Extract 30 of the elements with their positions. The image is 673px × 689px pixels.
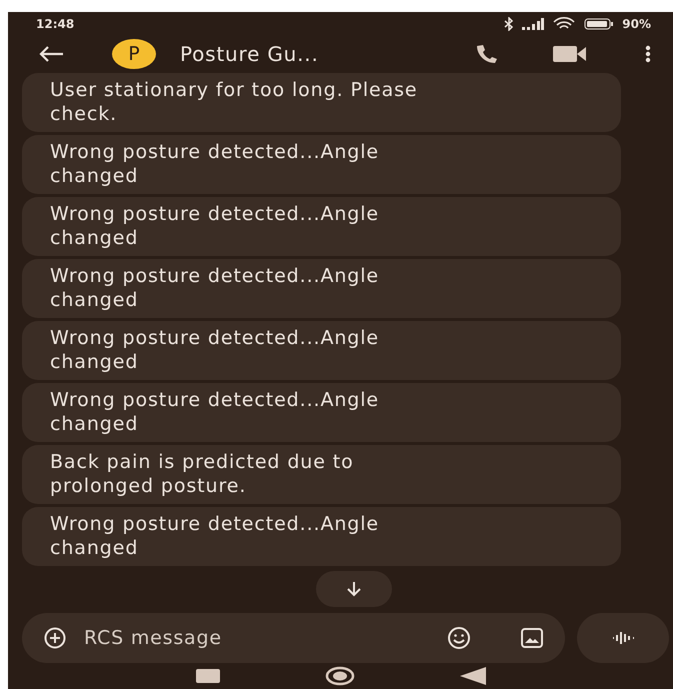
message-bubble: User stationary for too long. Please check. (22, 73, 621, 132)
message-field[interactable]: RCS message (84, 624, 284, 652)
message-bubble: Wrong posture detected...Angle changed (22, 321, 621, 380)
video-call-button[interactable] (553, 45, 587, 64)
recents-button[interactable] (196, 669, 220, 684)
call-button[interactable] (475, 43, 499, 66)
battery-percent: 90% (622, 16, 651, 33)
message-bubble: Wrong posture detected...Angle changed (22, 383, 621, 442)
bluetooth-icon (504, 16, 514, 31)
message-bubble: Back pain is predicted due to prolonged posture. (22, 445, 621, 504)
message-bubble: Wrong posture detected...Angle changed (22, 259, 621, 318)
message-bubble: Wrong posture detected...Angle changed (22, 197, 621, 256)
voice-wave-icon (611, 630, 635, 646)
scroll-down-button[interactable] (316, 571, 392, 608)
message-bubble: Wrong posture detected...Angle changed (22, 507, 621, 566)
home-button[interactable] (324, 666, 354, 686)
wifi-icon (552, 16, 576, 31)
contact-avatar: P (112, 39, 156, 70)
emoji-icon[interactable] (447, 626, 471, 650)
message-bubble: Wrong posture detected...Angle changed (22, 135, 621, 194)
conversation-title: Posture Gu... (180, 41, 319, 68)
add-icon[interactable] (44, 627, 66, 650)
back-button[interactable] (38, 45, 64, 64)
signal-icon (522, 18, 544, 30)
clock-time: 12:48 (36, 16, 74, 33)
down-arrow-icon (346, 581, 362, 598)
more-options-button[interactable] (645, 45, 651, 64)
battery-icon (584, 18, 614, 30)
back-nav-button[interactable] (460, 667, 486, 686)
image-icon[interactable] (521, 628, 543, 648)
